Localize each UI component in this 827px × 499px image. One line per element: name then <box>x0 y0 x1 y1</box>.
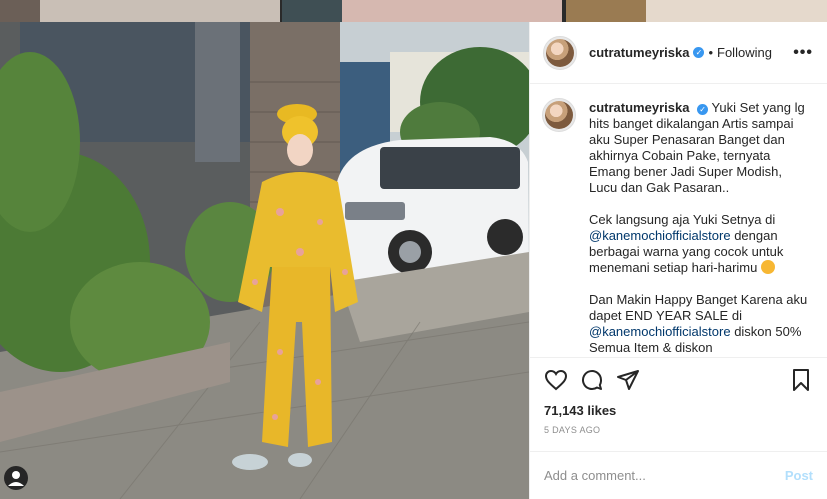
header-username[interactable]: cutratumeyriska <box>589 45 689 60</box>
following-button[interactable]: Following <box>717 45 772 60</box>
caption-username[interactable]: cutratumeyriska <box>589 100 689 115</box>
caption-paragraph-2-start: Cek langsung aja Yuki Setnya di <box>589 212 776 227</box>
verified-badge-icon: ✓ <box>697 104 709 115</box>
caption-paragraph-3-start: Dan Makin Happy Banget Karena aku dapet … <box>589 292 811 323</box>
verified-badge-icon: ✓ <box>693 47 705 58</box>
paper-plane-icon[interactable] <box>616 368 640 392</box>
likes-count[interactable]: 71,143 likes <box>530 401 827 421</box>
comment-input[interactable] <box>544 468 785 483</box>
post-timestamp[interactable]: 5 DAYS AGO <box>530 421 827 451</box>
comments-area[interactable]: cutratumeyriska ✓ Yuki Set yang lg hits … <box>530 84 827 357</box>
emoji-icon <box>760 260 775 274</box>
caption-text: cutratumeyriska ✓ Yuki Set yang lg hits … <box>589 100 811 356</box>
post-comment-button[interactable]: Post <box>785 468 813 483</box>
post-photo[interactable] <box>0 22 529 499</box>
action-bar <box>530 357 827 401</box>
caption: cutratumeyriska ✓ Yuki Set yang lg hits … <box>542 98 811 356</box>
separator-dot: • <box>708 45 714 60</box>
user-tag-icon[interactable] <box>4 466 28 490</box>
heart-icon[interactable] <box>544 368 568 392</box>
mention-link[interactable]: @kanemochiofficialstore <box>589 228 731 243</box>
more-options-icon[interactable]: ••• <box>793 44 813 62</box>
post-sidebar: cutratumeyriska ✓ • Following ••• cutrat… <box>529 22 827 499</box>
post-header: cutratumeyriska ✓ • Following ••• <box>530 22 827 84</box>
post-photo-illustration <box>0 22 529 499</box>
caption-avatar[interactable] <box>542 98 576 132</box>
mention-link[interactable]: @kanemochiofficialstore <box>589 324 731 339</box>
background-grid-strip <box>0 0 827 22</box>
post-modal: cutratumeyriska ✓ • Following ••• cutrat… <box>0 22 827 499</box>
avatar[interactable] <box>543 35 577 70</box>
add-comment-bar: Post <box>530 451 827 499</box>
bookmark-icon[interactable] <box>789 368 813 392</box>
comment-bubble-icon[interactable] <box>580 368 604 392</box>
